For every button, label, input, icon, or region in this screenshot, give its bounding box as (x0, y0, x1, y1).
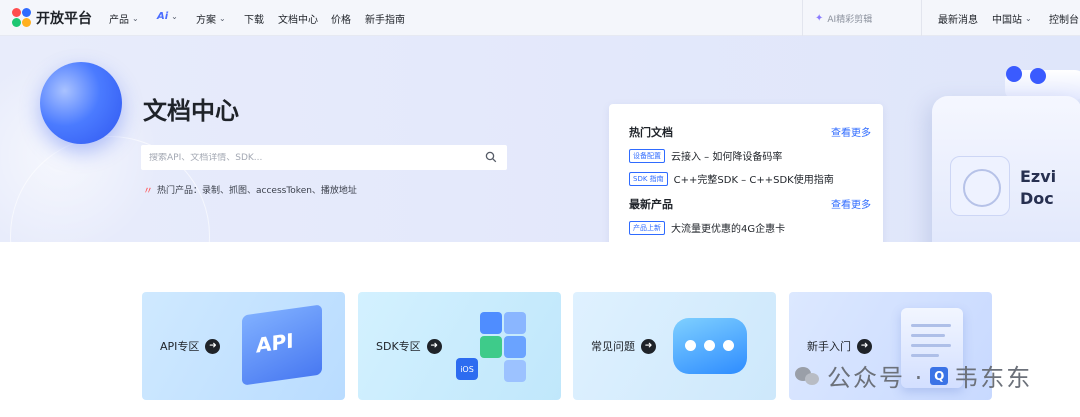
search-icon[interactable] (485, 151, 497, 163)
search-icon: Q (930, 366, 949, 385)
ai-search-box[interactable]: ✦ AI精彩剪辑 (802, 0, 922, 36)
entry-label-text: 新手入门 (807, 340, 851, 353)
nav-item-label: 价格 (331, 15, 351, 26)
faq-card[interactable]: 常见问题 ➜ (573, 292, 776, 400)
region-selector[interactable]: 中国站 ⌄ (992, 11, 1032, 26)
cube-icon (504, 336, 526, 358)
product-item[interactable]: 产品上新 大流量更优惠的4G企惠卡 (629, 220, 785, 235)
cube-icon (480, 312, 502, 334)
hot-products: 〃 热门产品：录制、抓图、accessToken、播放地址 (143, 182, 357, 197)
wechat-watermark: 公众号 · Q 韦东东 (795, 358, 1032, 393)
chat-bubble-icon (673, 318, 747, 374)
wechat-icon (795, 365, 821, 387)
nav-item-pricing[interactable]: 价格 (331, 11, 351, 26)
chevron-down-icon: ⌄ (219, 14, 226, 23)
logo[interactable]: 开放平台 (12, 8, 92, 28)
logo-text: 开放平台 (36, 11, 92, 27)
entry-label: 新手入门 ➜ (807, 338, 872, 354)
doc-item[interactable]: 设备配置 云接入 – 如何降设备码率 (629, 148, 782, 163)
nav-item-solutions[interactable]: 方案 ⌄ (196, 11, 226, 26)
ai-sparkle-icon: ✦ (815, 12, 824, 24)
page-title: 文档中心 (143, 97, 239, 125)
arrow-right-icon: ➜ (641, 338, 656, 354)
wechat-cube-icon (480, 336, 502, 358)
popular-docs-title: 热门文档 (629, 126, 673, 139)
doc-tag: SDK 指南 (629, 171, 668, 186)
top-nav: 开放平台 产品 ⌄ Ai ⌄ 方案 ⌄ 下载 文档中心 价格 新手指南 ✦ AI… (0, 0, 1080, 36)
nav-item-docs[interactable]: 文档中心 (278, 11, 318, 26)
nav-item-label: 方案 (196, 15, 216, 26)
api-illustration: API (242, 304, 322, 386)
chevron-down-icon: ⌄ (132, 14, 139, 23)
entry-label-text: API专区 (160, 340, 200, 353)
entry-label: 常见问题 ➜ (591, 338, 656, 354)
nav-item-label: 最新消息 (938, 15, 978, 26)
illustration-dot (1006, 66, 1022, 82)
new-products-title: 最新产品 (629, 198, 673, 211)
illustration-brand-line: Doc (1020, 189, 1054, 208)
entry-label-text: 常见问题 (591, 340, 635, 353)
arrow-right-icon: ➜ (857, 338, 872, 354)
nav-item-ai[interactable]: Ai ⌄ (157, 11, 178, 22)
nav-item-guide[interactable]: 新手指南 (365, 11, 405, 26)
logo-icon (12, 8, 32, 28)
ai-search-placeholder: AI精彩剪辑 (827, 14, 873, 25)
fire-icon: 〃 (143, 186, 153, 197)
api-illustration-text: API (256, 328, 294, 358)
doc-search-bar (141, 145, 507, 170)
product-title: 大流量更优惠的4G企惠卡 (671, 224, 786, 235)
cube-icon (504, 360, 526, 382)
doc-title: 云接入 – 如何降设备码率 (671, 152, 783, 163)
watermark-text: 公众号 · (827, 364, 925, 392)
api-zone-card[interactable]: API API专区 ➜ (142, 292, 345, 400)
entry-label-text: SDK专区 (376, 340, 421, 353)
nav-item-label: 控制台 (1049, 15, 1079, 26)
illustration-dot (1030, 68, 1046, 84)
chevron-down-icon: ⌄ (171, 12, 178, 21)
arrow-right-icon: ➜ (426, 338, 442, 354)
nav-item-label: 新手指南 (365, 15, 405, 26)
doc-item[interactable]: SDK 指南 C++完整SDK – C++SDK使用指南 (629, 171, 834, 186)
nav-item-label: 产品 (109, 15, 129, 26)
cube-icon (504, 312, 526, 334)
nav-item-products[interactable]: 产品 ⌄ (109, 11, 139, 26)
ios-cube-text: iOS (460, 364, 474, 374)
popular-docs-more-link[interactable]: 查看更多 (831, 124, 871, 139)
camera-lens-icon (950, 156, 1010, 216)
nav-item-download[interactable]: 下载 (244, 11, 264, 26)
illustration-brand-line: Ezvi (1020, 167, 1057, 186)
nav-item-news[interactable]: 最新消息 (938, 11, 978, 26)
entry-label: SDK专区 ➜ (376, 338, 442, 354)
product-tag: 产品上新 (629, 220, 665, 235)
entry-label: API专区 ➜ (160, 338, 221, 354)
doc-title: C++完整SDK – C++SDK使用指南 (673, 175, 834, 186)
new-products-more-link[interactable]: 查看更多 (831, 196, 871, 211)
search-input[interactable] (149, 152, 469, 163)
nav-item-label: 下载 (244, 15, 264, 26)
nav-item-label: 中国站 (992, 15, 1022, 26)
illustration-brand-text: Ezvi Doc (1020, 166, 1056, 210)
docs-illustration: Ezvi Doc (920, 46, 1080, 242)
nav-item-label: 文档中心 (278, 15, 318, 26)
decorative-orb (40, 62, 122, 144)
ai-logo-icon: Ai (157, 11, 169, 22)
chevron-down-icon: ⌄ (1025, 14, 1032, 23)
doc-tag: 设备配置 (629, 148, 665, 163)
arrow-right-icon: ➜ (205, 338, 221, 354)
sdk-zone-card[interactable]: iOS SDK专区 ➜ (358, 292, 561, 400)
watermark-author: 韦东东 (954, 364, 1033, 392)
ios-cube-icon: iOS (456, 358, 478, 380)
popular-card: 热门文档 查看更多 设备配置 云接入 – 如何降设备码率 SDK 指南 C++完… (609, 104, 883, 242)
nav-item-console[interactable]: 控制台 (1049, 11, 1079, 26)
hero-banner: 文档中心 〃 热门产品：录制、抓图、accessToken、播放地址 热门文档 … (0, 36, 1080, 242)
hot-products-text[interactable]: 热门产品：录制、抓图、accessToken、播放地址 (157, 183, 357, 196)
